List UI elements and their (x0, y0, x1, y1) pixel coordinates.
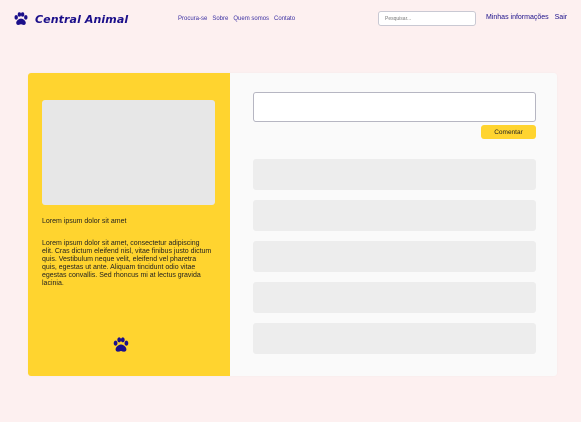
top-header: Central Animal Procura-se Sobre Quem som… (0, 0, 581, 40)
comment-placeholder (253, 159, 536, 190)
nav-contato[interactable]: Contato (274, 16, 295, 22)
brand-name: Central Animal (35, 12, 129, 26)
comment-list (253, 159, 536, 364)
paw-icon (14, 12, 28, 25)
profile-photo-placeholder (42, 100, 215, 205)
paw-icon (113, 337, 129, 352)
comment-button[interactable]: Comentar (481, 125, 536, 139)
my-info-link[interactable]: Minhas informações (486, 14, 549, 21)
search-input[interactable] (378, 11, 476, 26)
logout-link[interactable]: Sair (555, 14, 567, 21)
main-nav: Procura-se Sobre Quem somos Contato (178, 16, 295, 22)
user-links: Minhas informações Sair (486, 14, 567, 21)
comment-placeholder (253, 323, 536, 354)
profile-description: Lorem ipsum dolor sit amet, consectetur … (42, 240, 212, 287)
nav-quem-somos[interactable]: Quem somos (233, 16, 269, 22)
comment-placeholder (253, 282, 536, 313)
brand-logo[interactable]: Central Animal (13, 11, 128, 27)
comment-placeholder (253, 200, 536, 231)
comment-placeholder (253, 241, 536, 272)
comments-panel: Comentar (230, 73, 557, 376)
comment-input[interactable] (253, 92, 536, 122)
main-card: Lorem ipsum dolor sit amet Lorem ipsum d… (28, 73, 557, 376)
profile-title: Lorem ipsum dolor sit amet (42, 218, 127, 225)
nav-procura-se[interactable]: Procura-se (178, 16, 207, 22)
nav-sobre[interactable]: Sobre (212, 16, 228, 22)
profile-panel: Lorem ipsum dolor sit amet Lorem ipsum d… (28, 73, 230, 376)
